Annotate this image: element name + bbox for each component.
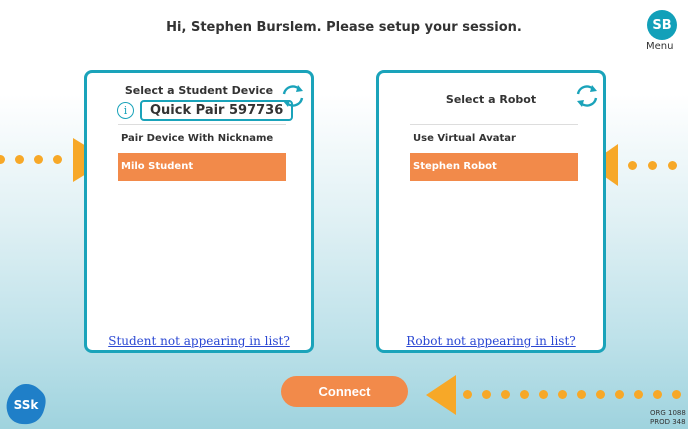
ssk-logo-icon: SSk: [6, 384, 46, 425]
org-number: ORG 1088: [650, 409, 686, 417]
user-avatar[interactable]: SB: [647, 10, 677, 40]
left-arrow-icon: [426, 375, 456, 415]
robot-panel-title: Select a Robot: [445, 93, 537, 106]
student-panel-title: Select a Student Device: [124, 84, 274, 97]
list-item-virtual-avatar[interactable]: Use Virtual Avatar: [410, 125, 578, 153]
logo-text: SSk: [14, 398, 40, 412]
list-item-pair-device-nickname[interactable]: Pair Device With Nickname: [118, 125, 286, 153]
quick-pair-code: Quick Pair 597736: [140, 99, 294, 121]
connect-button[interactable]: Connect: [281, 376, 408, 407]
refresh-icon[interactable]: [573, 82, 601, 110]
student-device-panel: Select a Student Device i Quick Pair 597…: [84, 70, 314, 353]
student-not-in-list-link[interactable]: Student not appearing in list?: [87, 334, 311, 348]
list-item-milo-student[interactable]: Milo Student: [118, 153, 286, 181]
robot-not-in-list-link[interactable]: Robot not appearing in list?: [379, 334, 603, 348]
robot-list: Use Virtual Avatar Stephen Robot: [410, 124, 578, 181]
org-prod-info: ORG 1088 PROD 348: [650, 409, 686, 427]
prod-number: PROD 348: [650, 418, 686, 426]
info-icon[interactable]: i: [117, 101, 134, 119]
quick-pair-row: i Quick Pair 597736: [117, 99, 294, 121]
menu-label[interactable]: Menu: [646, 41, 673, 52]
session-greeting: Hi, Stephen Burslem. Please setup your s…: [166, 20, 522, 35]
student-device-list: Pair Device With Nickname Milo Student: [118, 124, 286, 181]
robot-panel: Select a Robot Use Virtual Avatar Stephe…: [376, 70, 606, 353]
list-item-stephen-robot[interactable]: Stephen Robot: [410, 153, 578, 181]
